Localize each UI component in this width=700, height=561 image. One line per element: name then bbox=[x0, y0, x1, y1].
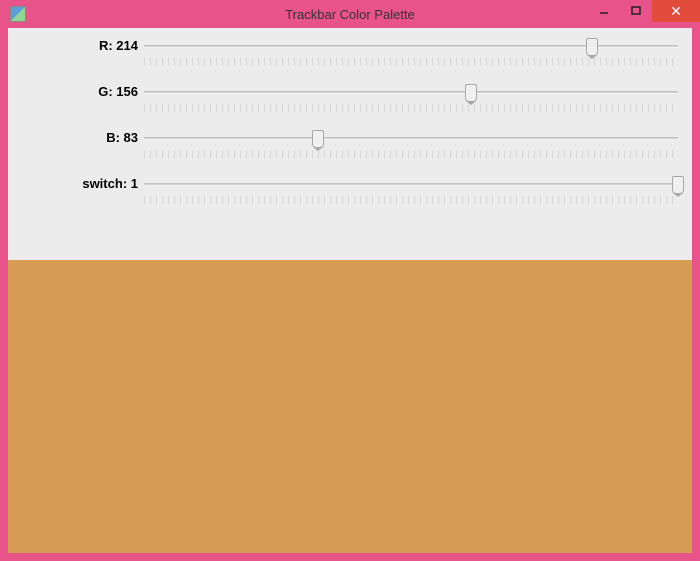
trackbar-ticks bbox=[144, 104, 678, 112]
trackbar-switch[interactable] bbox=[144, 176, 678, 194]
trackbar-b[interactable] bbox=[144, 130, 678, 148]
close-button[interactable]: ✕ bbox=[652, 0, 700, 22]
trackbar-ticks bbox=[144, 58, 678, 66]
trackbar-panel: R: 214 G: 156 bbox=[8, 28, 692, 260]
titlebar[interactable]: Trackbar Color Palette ✕ bbox=[0, 0, 700, 28]
app-icon bbox=[10, 6, 26, 22]
trackbar-thumb-b[interactable] bbox=[312, 130, 324, 148]
minimize-button[interactable] bbox=[588, 0, 620, 22]
trackbar-label-b: B: 83 bbox=[22, 130, 144, 145]
trackbar-thumb-r[interactable] bbox=[586, 38, 598, 56]
app-window: Trackbar Color Palette ✕ R: 214 bbox=[0, 0, 700, 561]
trackbar-label-switch: switch: 1 bbox=[22, 176, 144, 191]
trackbar-label-r: R: 214 bbox=[22, 38, 144, 53]
trackbar-r[interactable] bbox=[144, 38, 678, 56]
trackbar-row-g: G: 156 bbox=[22, 84, 678, 112]
trackbar-ticks bbox=[144, 150, 678, 158]
trackbar-ticks bbox=[144, 196, 678, 204]
trackbar-row-b: B: 83 bbox=[22, 130, 678, 158]
maximize-button[interactable] bbox=[620, 0, 652, 22]
trackbar-row-r: R: 214 bbox=[22, 38, 678, 66]
trackbar-thumb-switch[interactable] bbox=[672, 176, 684, 194]
trackbar-g[interactable] bbox=[144, 84, 678, 102]
maximize-icon bbox=[631, 6, 641, 16]
client-area: R: 214 G: 156 bbox=[8, 28, 692, 553]
window-title: Trackbar Color Palette bbox=[285, 7, 415, 22]
color-preview bbox=[8, 260, 692, 553]
close-icon: ✕ bbox=[670, 3, 682, 20]
minimize-icon bbox=[599, 6, 609, 16]
window-controls: ✕ bbox=[588, 0, 700, 22]
trackbar-thumb-g[interactable] bbox=[465, 84, 477, 102]
trackbar-label-g: G: 156 bbox=[22, 84, 144, 99]
trackbar-row-switch: switch: 1 bbox=[22, 176, 678, 204]
